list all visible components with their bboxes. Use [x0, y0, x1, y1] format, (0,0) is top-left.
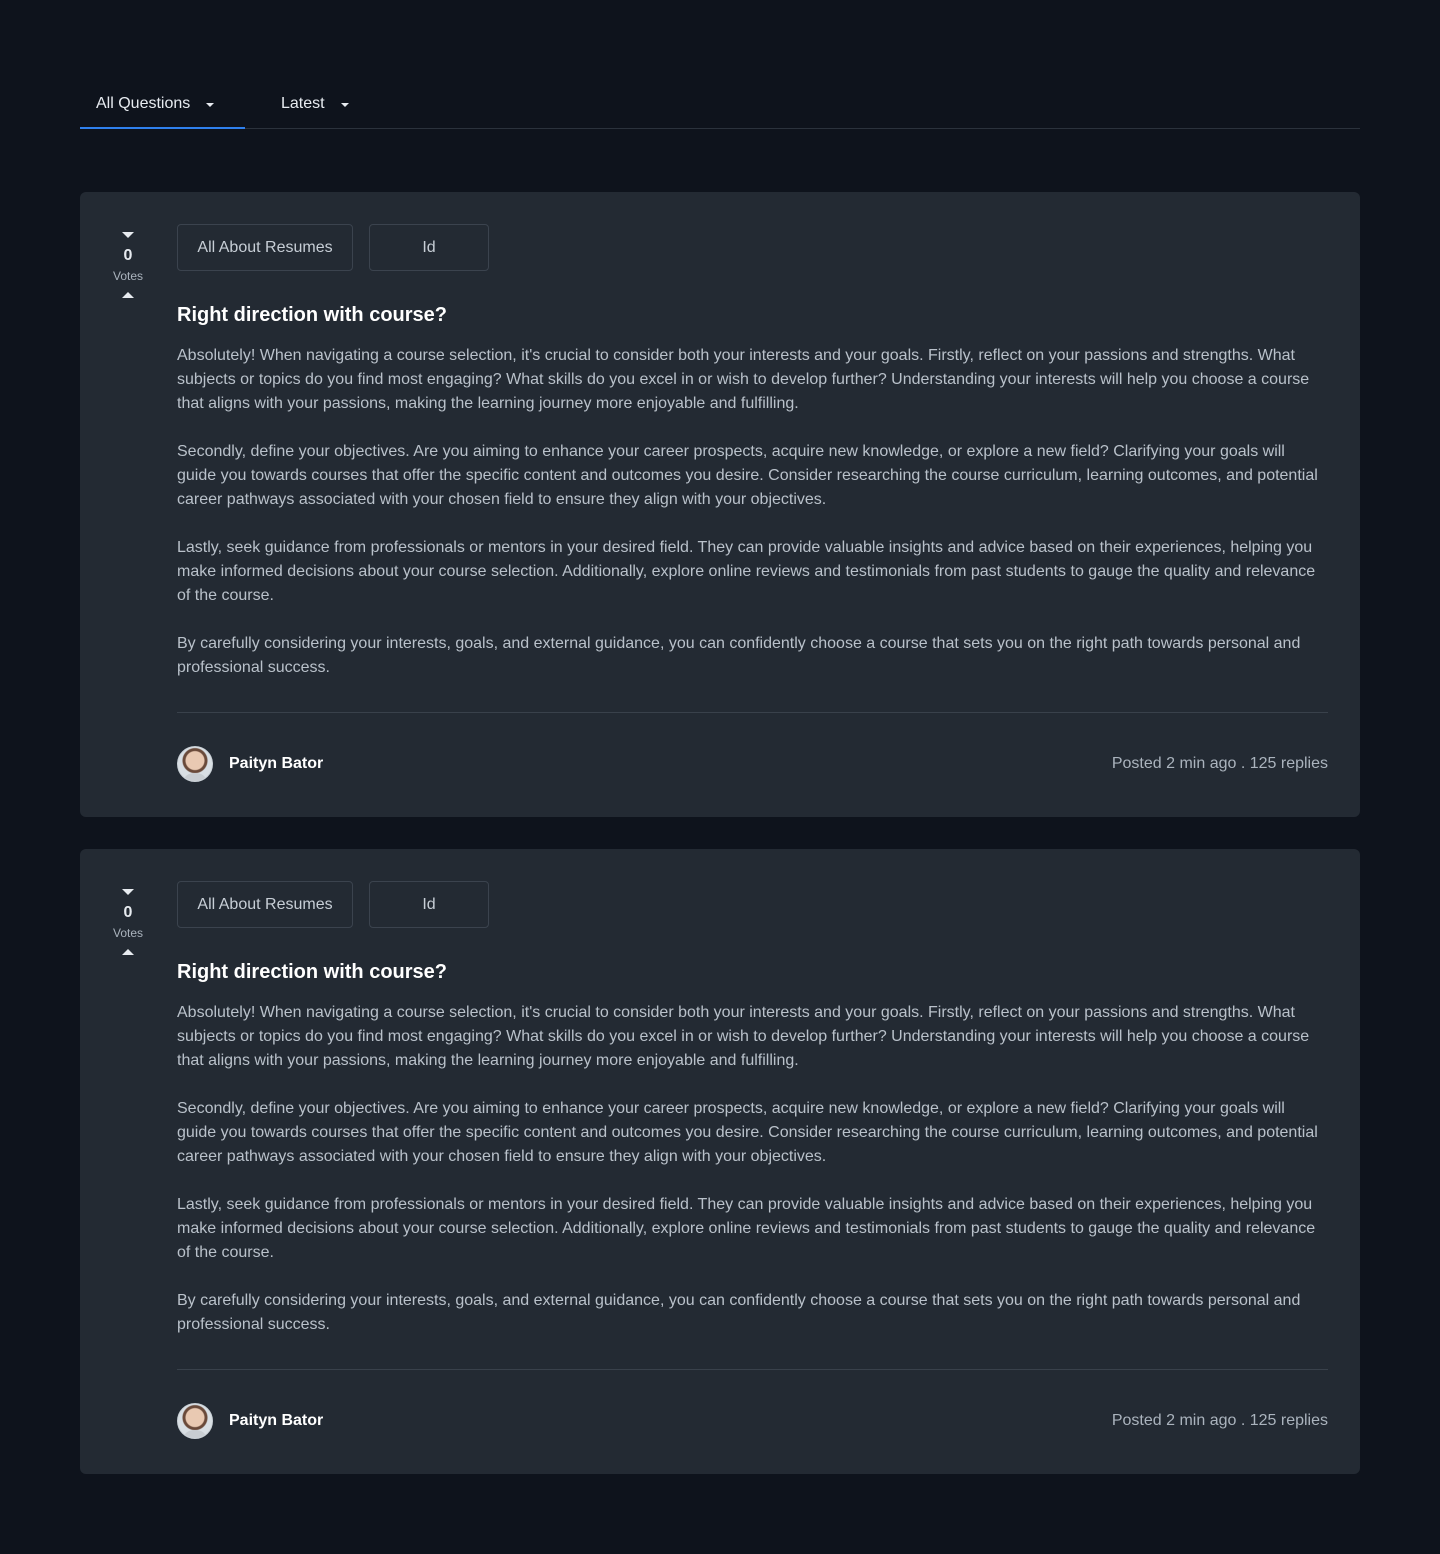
question-card: 0 Votes All About Resumes Id Right direc… [80, 192, 1360, 817]
tab-all-questions[interactable]: All Questions [80, 80, 245, 129]
author[interactable]: Paityn Bator [177, 746, 323, 782]
question-content: All About Resumes Id Right direction wit… [177, 224, 1328, 783]
vote-control: 0 Votes [104, 232, 152, 298]
question-title[interactable]: Right direction with course? [177, 303, 1328, 327]
vote-label: Votes [112, 926, 144, 940]
upvote-icon[interactable] [122, 292, 134, 298]
vote-count: 0 [123, 904, 133, 921]
avatar [177, 1403, 213, 1439]
question-footer: Paityn Bator Posted 2 min ago . 125 repl… [177, 745, 1328, 783]
vote-label: Votes [112, 269, 144, 283]
tab-all-questions-label: All Questions [96, 95, 191, 112]
post-meta: Posted 2 min ago . 125 replies [1111, 755, 1328, 772]
post-meta: Posted 2 min ago . 125 replies [1111, 1412, 1328, 1429]
tab-latest-label: Latest [281, 95, 325, 112]
body-paragraph: Secondly, define your objectives. Are yo… [177, 443, 1318, 508]
body-paragraph: By carefully considering your interests,… [177, 635, 1301, 676]
author-name: Paityn Bator [229, 1412, 324, 1429]
chevron-down-icon [340, 102, 349, 107]
chevron-down-icon [206, 102, 215, 107]
tab-latest[interactable]: Latest [265, 80, 365, 128]
body-paragraph: Secondly, define your objectives. Are yo… [177, 1100, 1318, 1165]
downvote-icon[interactable] [122, 232, 134, 238]
divider [177, 712, 1328, 713]
downvote-icon[interactable] [122, 889, 134, 895]
divider [177, 1369, 1328, 1370]
body-paragraph: Lastly, seek guidance from professionals… [177, 1196, 1316, 1261]
tag-list: All About Resumes Id [177, 881, 1328, 928]
body-paragraph: Absolutely! When navigating a course sel… [177, 347, 1310, 412]
question-body: Absolutely! When navigating a course sel… [177, 344, 1328, 680]
body-paragraph: By carefully considering your interests,… [177, 1292, 1301, 1333]
tag-chip[interactable]: All About Resumes [177, 224, 353, 271]
author[interactable]: Paityn Bator [177, 1403, 323, 1439]
author-name: Paityn Bator [229, 755, 324, 772]
body-paragraph: Absolutely! When navigating a course sel… [177, 1004, 1310, 1069]
filter-tabs: All Questions Latest [80, 80, 1360, 129]
vote-count: 0 [123, 247, 133, 264]
question-content: All About Resumes Id Right direction wit… [177, 881, 1328, 1440]
question-body: Absolutely! When navigating a course sel… [177, 1001, 1328, 1337]
vote-control: 0 Votes [104, 889, 152, 955]
avatar [177, 746, 213, 782]
question-title[interactable]: Right direction with course? [177, 960, 1328, 984]
upvote-icon[interactable] [122, 949, 134, 955]
tag-list: All About Resumes Id [177, 224, 1328, 271]
tag-chip[interactable]: Id [369, 224, 489, 271]
question-card: 0 Votes All About Resumes Id Right direc… [80, 849, 1360, 1474]
body-paragraph: Lastly, seek guidance from professionals… [177, 539, 1316, 604]
question-footer: Paityn Bator Posted 2 min ago . 125 repl… [177, 1402, 1328, 1440]
tag-chip[interactable]: All About Resumes [177, 881, 353, 928]
tag-chip[interactable]: Id [369, 881, 489, 928]
